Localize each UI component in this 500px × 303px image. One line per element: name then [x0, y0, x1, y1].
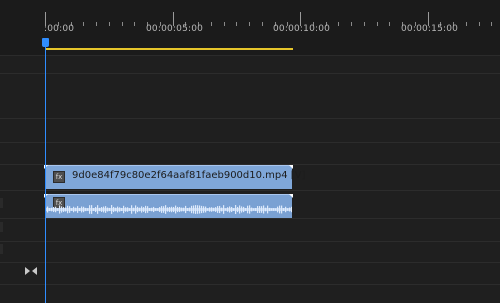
track-divider	[0, 218, 500, 219]
fx-badge-icon[interactable]: fx	[53, 171, 65, 183]
track-divider	[0, 262, 500, 263]
ruler-tick	[491, 22, 492, 26]
time-ruler[interactable]: :00:00 00:00:05:00 00:00:10:00 00:00:15:…	[0, 0, 500, 56]
ruler-tick	[249, 22, 250, 26]
ruler-tick	[377, 22, 378, 26]
ruler-tick	[466, 22, 467, 26]
playhead-line[interactable]	[45, 45, 46, 303]
ruler-tick	[224, 22, 225, 26]
timecode-label-0: :00:00	[44, 24, 75, 34]
track-divider	[0, 241, 500, 242]
ruler-tick	[389, 22, 390, 26]
ruler-tick	[122, 22, 123, 26]
timecode-label-5s: 00:00:05:00	[146, 24, 204, 34]
timeline-panel: :00:00 00:00:05:00 00:00:10:00 00:00:15:…	[0, 0, 500, 303]
ruler-tick	[338, 22, 339, 26]
ruler-divider	[0, 55, 500, 56]
clip-end-marker	[289, 165, 293, 169]
ruler-tick	[211, 22, 212, 26]
track-divider	[0, 142, 500, 143]
track-divider	[0, 284, 500, 285]
ruler-tick	[351, 22, 352, 26]
ruler-tick	[109, 22, 110, 26]
audio-clip[interactable]: fx	[44, 194, 293, 218]
ruler-tick	[134, 22, 135, 26]
ruler-tick	[96, 22, 97, 26]
track-header-edge	[0, 222, 3, 232]
ruler-tick	[236, 22, 237, 26]
video-clip[interactable]: fx 9d0e84f79c80e2f64aaf81faeb900d10.mp4 …	[44, 165, 305, 189]
ruler-tick	[364, 22, 365, 26]
ruler-tick	[83, 22, 84, 26]
ruler-tick	[262, 22, 263, 26]
timecode-label-15s: 00:00:15:00	[401, 24, 459, 34]
ruler-tick	[479, 22, 480, 26]
audio-waveform	[45, 205, 292, 214]
track-header-edge	[0, 198, 3, 208]
clip-end-marker	[289, 194, 293, 198]
work-area-bar[interactable]	[45, 48, 293, 50]
timecode-label-10s: 00:00:10:00	[273, 24, 331, 34]
track-header-edge	[0, 244, 3, 254]
track-divider	[0, 118, 500, 119]
clip-name: 9d0e84f79c80e2f64aaf81faeb900d10.mp4 [V]	[72, 170, 306, 181]
snap-icon[interactable]	[24, 266, 38, 276]
track-divider	[0, 190, 500, 191]
playhead-handle-icon[interactable]	[42, 38, 49, 47]
track-divider	[0, 73, 500, 74]
